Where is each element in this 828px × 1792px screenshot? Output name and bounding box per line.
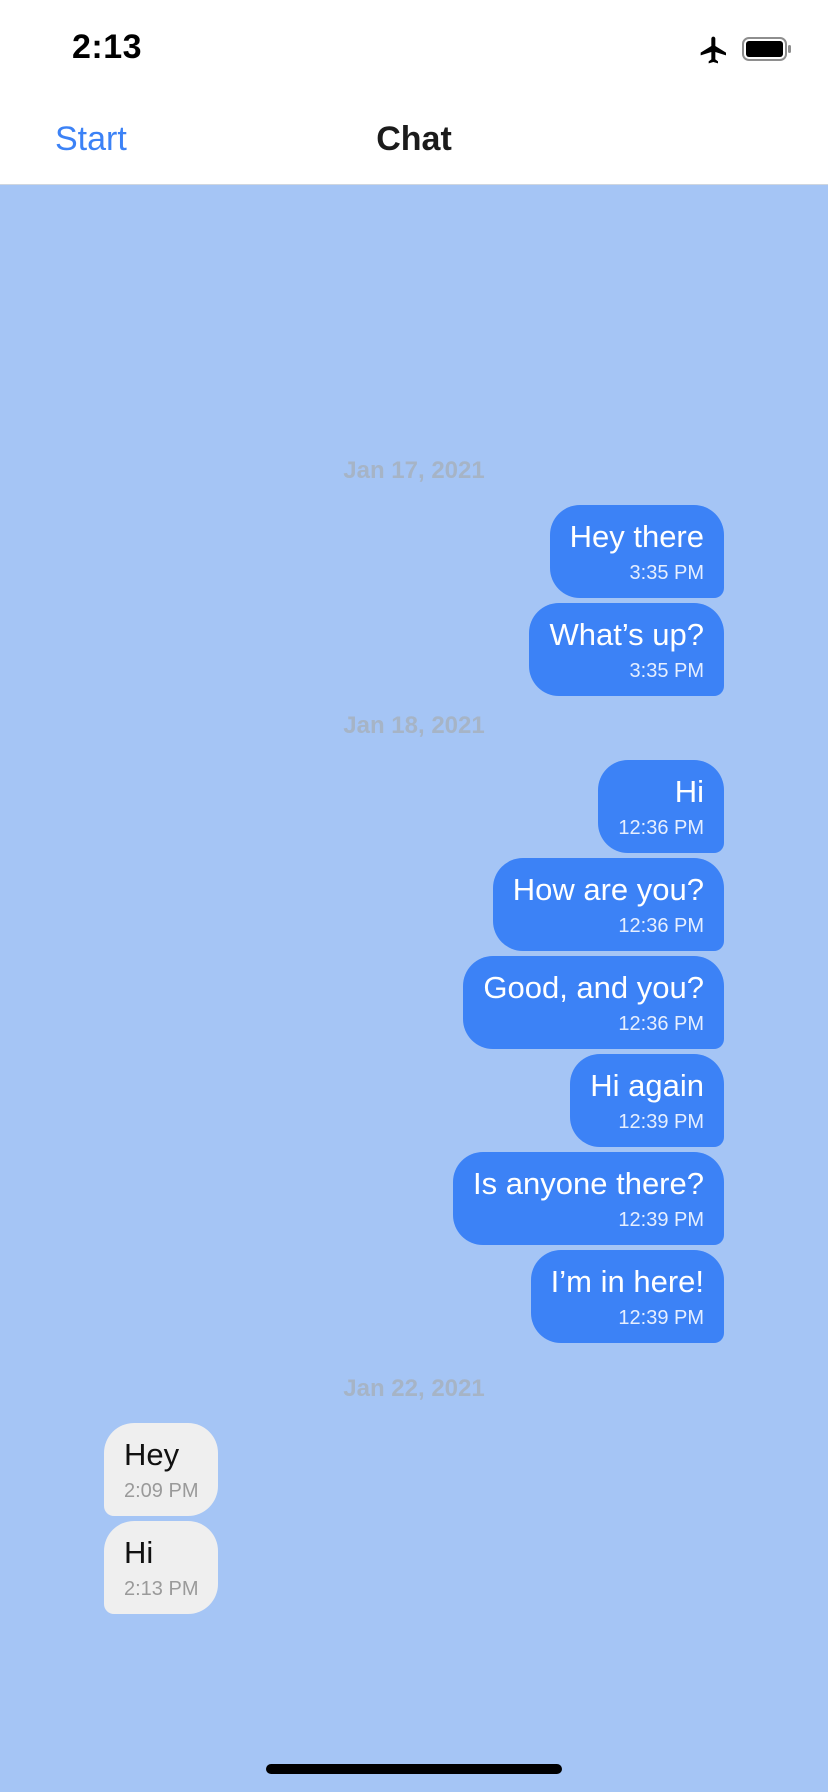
message-bubble-incoming[interactable]: Hi 2:13 PM — [104, 1521, 219, 1614]
message-text: What’s up? — [549, 617, 704, 652]
message-bubble-outgoing[interactable]: Hey there 3:35 PM — [549, 505, 724, 598]
message-time: 12:39 PM — [618, 1209, 704, 1231]
message-time: 2:09 PM — [124, 1480, 199, 1502]
message-time: 12:36 PM — [618, 817, 704, 839]
message-time: 3:35 PM — [629, 660, 704, 682]
message-text: How are you? — [512, 872, 704, 907]
status-bar: 2:13 — [0, 0, 828, 94]
status-time: 2:13 — [72, 28, 143, 66]
message-time: 12:36 PM — [618, 1013, 704, 1035]
message-text: Hey there — [569, 519, 704, 554]
home-indicator[interactable] — [266, 1764, 562, 1774]
message-text: Hi — [674, 774, 704, 809]
message-bubble-outgoing[interactable]: Hi again 12:39 PM — [570, 1054, 724, 1147]
battery-icon — [742, 37, 791, 61]
message-time: 2:13 PM — [124, 1578, 199, 1600]
message-text: Hi again — [590, 1068, 704, 1103]
message-text: Hey — [124, 1437, 180, 1472]
message-time: 12:39 PM — [618, 1111, 704, 1133]
airplane-icon — [700, 36, 726, 64]
date-separator: Jan 22, 2021 — [343, 1375, 485, 1402]
navigation-bar: Start Chat — [0, 94, 828, 185]
date-separator: Jan 18, 2021 — [343, 712, 485, 739]
message-bubble-outgoing[interactable]: What’s up? 3:35 PM — [529, 603, 724, 696]
message-text: Hi — [124, 1535, 154, 1570]
message-time: 12:36 PM — [618, 915, 704, 937]
message-time: 3:35 PM — [629, 562, 704, 584]
message-text: I’m in here! — [550, 1264, 704, 1299]
message-bubble-outgoing[interactable]: How are you? 12:36 PM — [492, 858, 724, 951]
message-time: 12:39 PM — [618, 1307, 704, 1329]
message-text: Is anyone there? — [473, 1166, 704, 1201]
date-separator: Jan 17, 2021 — [343, 457, 485, 484]
message-bubble-outgoing[interactable]: Good, and you? 12:36 PM — [463, 956, 724, 1049]
message-bubble-outgoing[interactable]: Is anyone there? 12:39 PM — [453, 1152, 724, 1245]
message-bubble-incoming[interactable]: Hey 2:09 PM — [104, 1423, 219, 1516]
message-bubble-outgoing[interactable]: I’m in here! 12:39 PM — [530, 1250, 724, 1343]
message-text: Good, and you? — [483, 970, 704, 1005]
page-title: Chat — [376, 120, 452, 158]
message-bubble-outgoing[interactable]: Hi 12:36 PM — [598, 760, 724, 853]
